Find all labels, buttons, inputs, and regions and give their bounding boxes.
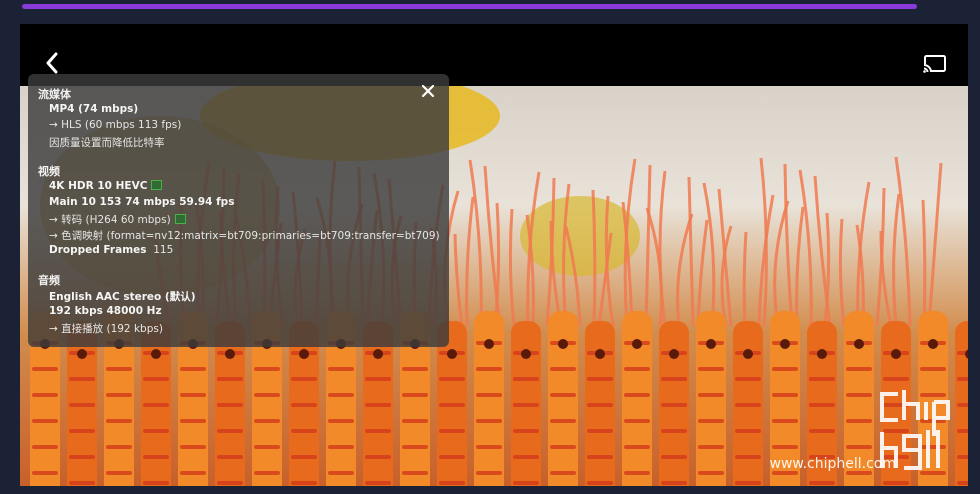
streaming-hls: → HLS (60 mbps 113 fps) xyxy=(49,119,182,131)
top-progress-bar xyxy=(22,4,917,9)
video-codec: 4K HDR 10 HEVC xyxy=(49,180,163,192)
cast-icon xyxy=(923,55,946,73)
chiphell-logo xyxy=(880,390,950,470)
audio-rate: 192 kbps 48000 Hz xyxy=(49,305,162,317)
audio-direct: → 直接播放 (192 kbps) xyxy=(49,323,163,335)
audio-track: English AAC stereo (默认) xyxy=(49,291,196,303)
streaming-container: MP4 (74 mbps) xyxy=(49,103,139,115)
streaming-heading: 流媒体 xyxy=(38,88,71,101)
playback-info-panel: 流媒体 MP4 (74 mbps) → HLS (60 mbps 113 fps… xyxy=(28,74,449,347)
hd-icon xyxy=(151,180,163,190)
cast-button[interactable] xyxy=(920,52,950,76)
video-transcode: → 转码 (H264 60 mbps) xyxy=(49,212,186,227)
hd-icon xyxy=(174,214,186,224)
back-button[interactable] xyxy=(40,50,64,76)
close-icon[interactable] xyxy=(421,84,435,98)
video-heading: 视频 xyxy=(38,165,60,178)
video-dropped-frames: Dropped Frames 115 xyxy=(49,244,174,256)
chevron-left-icon xyxy=(46,52,58,74)
video-profile: Main 10 153 74 mbps 59.94 fps xyxy=(49,196,235,208)
streaming-reason: 因质量设置而降低比特率 xyxy=(49,137,165,149)
audio-heading: 音频 xyxy=(38,274,60,287)
video-tonemap: → 色调映射 (format=nv12:matrix=bt709:primari… xyxy=(49,230,440,242)
